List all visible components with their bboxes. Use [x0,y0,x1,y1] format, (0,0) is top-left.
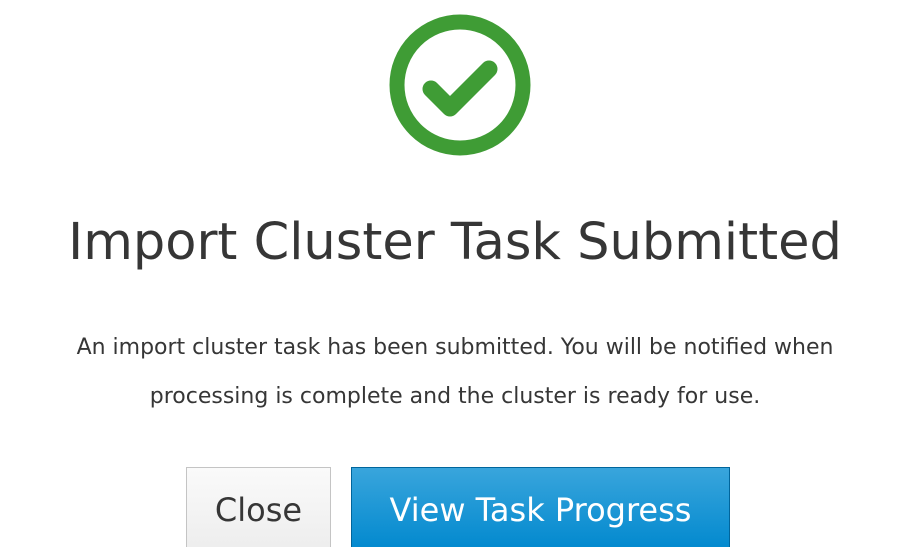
dialog-title: Import Cluster Task Submitted [68,213,842,272]
check-circle-icon [387,12,533,158]
dialog-message: An import cluster task has been submitte… [0,323,910,421]
import-cluster-submitted-screen: Import Cluster Task Submitted An import … [0,0,910,547]
dialog-message-line-1: An import cluster task has been submitte… [76,335,834,360]
dialog-message-line-2: processing is complete and the cluster i… [149,384,761,409]
view-task-progress-button[interactable]: View Task Progress [351,467,730,547]
close-button[interactable]: Close [186,467,331,547]
